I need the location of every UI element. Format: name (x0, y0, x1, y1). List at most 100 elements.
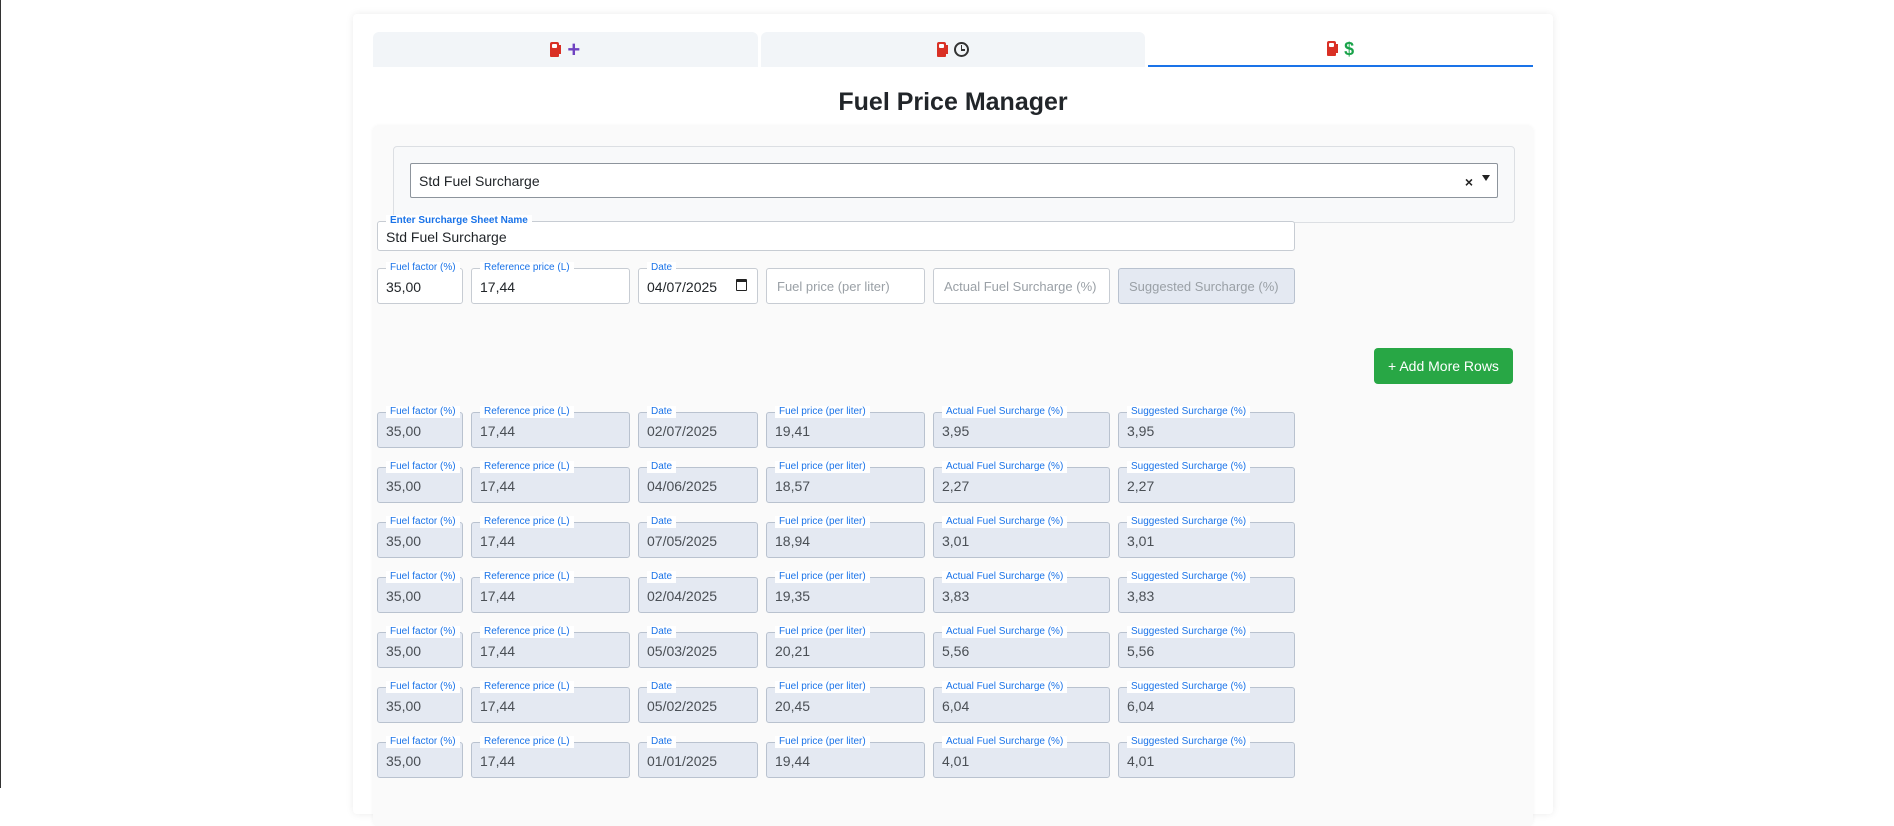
field-label: Reference price (L) (480, 516, 574, 528)
row-actual-surcharge-field: Actual Fuel Surcharge (%) 3,01 (933, 516, 1110, 558)
field-label: Date (647, 516, 677, 528)
dollar-icon: $ (1344, 38, 1355, 59)
field-value: 5,56 (1127, 643, 1155, 659)
calendar-icon[interactable] (736, 279, 747, 291)
field-label: Reference price (L) (480, 681, 574, 693)
field-label: Fuel price (per liter) (775, 736, 870, 748)
field-label: Date (647, 571, 677, 583)
entry-actual-surcharge-field[interactable]: Actual Fuel Surcharge (%) (933, 268, 1110, 304)
row-fuel-price-field: Fuel price (per liter) 20,45 (766, 681, 925, 723)
field-value: 01/01/2025 (647, 753, 718, 769)
row-suggested-surcharge-field: Suggested Surcharge (%) 5,56 (1118, 626, 1295, 668)
field-value: 4,01 (942, 753, 970, 769)
row-reference-price-field: Reference price (L) 17,44 (471, 736, 630, 778)
field-label: Fuel price (per liter) (775, 516, 870, 528)
clock-icon (954, 42, 969, 57)
row-actual-surcharge-field: Actual Fuel Surcharge (%) 2,27 (933, 461, 1110, 503)
fuel-pump-icon (937, 42, 948, 57)
row-fuel-factor-field: Fuel factor (%) 35,00 (377, 516, 463, 558)
field-label: Date (647, 262, 677, 274)
field-label: Reference price (L) (480, 736, 574, 748)
field-value: 3,83 (942, 588, 970, 604)
field-value: 35,00 (386, 423, 422, 439)
field-label: Reference price (L) (480, 571, 574, 583)
field-label: Date (647, 461, 677, 473)
row-reference-price-field: Reference price (L) 17,44 (471, 681, 630, 723)
row-date-field: Date 01/01/2025 (638, 736, 758, 778)
field-value: 07/05/2025 (647, 533, 718, 549)
field-value: 20,21 (775, 643, 811, 659)
field-value: 05/02/2025 (647, 698, 718, 714)
page-title: Fuel Price Manager (838, 88, 1068, 116)
field-value: 5,56 (942, 643, 970, 659)
row-actual-surcharge-field: Actual Fuel Surcharge (%) 5,56 (933, 626, 1110, 668)
field-label: Suggested Surcharge (%) (1127, 681, 1251, 693)
field-value: 2,27 (942, 478, 970, 494)
field-label: Suggested Surcharge (%) (1127, 461, 1251, 473)
field-label: Reference price (L) (480, 461, 574, 473)
row-reference-price-field: Reference price (L) 17,44 (471, 461, 630, 503)
field-value: 20,45 (775, 698, 811, 714)
tab-add-fuel[interactable]: + (373, 32, 758, 67)
row-fuel-factor-field: Fuel factor (%) 35,00 (377, 626, 463, 668)
field-value: 6,04 (1127, 698, 1155, 714)
row-actual-surcharge-field: Actual Fuel Surcharge (%) 4,01 (933, 736, 1110, 778)
main-card: + $ Fuel Price Manager Std Fuel Surcharg… (353, 14, 1553, 826)
tab-fuel-history[interactable] (760, 32, 1146, 67)
fuel-pump-icon (550, 42, 562, 57)
sheet-name-field[interactable]: Enter Surcharge Sheet Name Std Fuel Surc… (377, 215, 1295, 251)
field-label: Actual Fuel Surcharge (%) (942, 626, 1068, 638)
field-label: Actual Fuel Surcharge (%) (942, 571, 1068, 583)
field-value: 17,44 (480, 279, 516, 295)
row-fuel-price-field: Fuel price (per liter) 19,35 (766, 571, 925, 613)
entry-fuel-factor-field[interactable]: Fuel factor (%) 35,00 (377, 262, 463, 304)
field-value: 04/07/2025 (647, 279, 718, 295)
field-label: Actual Fuel Surcharge (%) (942, 461, 1068, 473)
field-placeholder: Actual Fuel Surcharge (%) (944, 279, 1097, 294)
field-value: 3,01 (1127, 533, 1155, 549)
row-suggested-surcharge-field: Suggested Surcharge (%) 2,27 (1118, 461, 1295, 503)
sheet-name-label: Enter Surcharge Sheet Name (386, 215, 532, 227)
field-label: Fuel price (per liter) (775, 681, 870, 693)
field-label: Fuel price (per liter) (775, 571, 870, 583)
entry-fuel-price-field[interactable]: Fuel price (per liter) (766, 268, 925, 304)
row-fuel-factor-field: Fuel factor (%) 35,00 (377, 406, 463, 448)
field-value: 18,94 (775, 533, 811, 549)
tab-fuel-price[interactable]: $ (1148, 32, 1534, 67)
field-value: 18,57 (775, 478, 811, 494)
field-label: Actual Fuel Surcharge (%) (942, 736, 1068, 748)
row-fuel-factor-field: Fuel factor (%) 35,00 (377, 736, 463, 778)
field-value: 35,00 (386, 533, 422, 549)
row-reference-price-field: Reference price (L) 17,44 (471, 516, 630, 558)
row-reference-price-field: Reference price (L) 17,44 (471, 626, 630, 668)
field-value: 17,44 (480, 588, 516, 604)
sheet-select-container: Std Fuel Surcharge × (393, 146, 1515, 223)
fuel-pump-icon (1327, 41, 1339, 56)
surcharge-panel: Std Fuel Surcharge × Enter Surcharge She… (373, 126, 1533, 826)
field-label: Fuel factor (%) (386, 516, 460, 528)
row-actual-surcharge-field: Actual Fuel Surcharge (%) 3,95 (933, 406, 1110, 448)
field-label: Date (647, 626, 677, 638)
field-label: Fuel factor (%) (386, 406, 460, 418)
field-value: 3,95 (942, 423, 970, 439)
field-value: 17,44 (480, 533, 516, 549)
field-label: Suggested Surcharge (%) (1127, 736, 1251, 748)
field-label: Date (647, 736, 677, 748)
clear-icon[interactable]: × (1465, 174, 1473, 190)
row-fuel-factor-field: Fuel factor (%) 35,00 (377, 571, 463, 613)
row-suggested-surcharge-field: Suggested Surcharge (%) 3,95 (1118, 406, 1295, 448)
field-value: 19,35 (775, 588, 811, 604)
entry-reference-price-field[interactable]: Reference price (L) 17,44 (471, 262, 630, 304)
caret-down-icon[interactable] (1482, 175, 1490, 181)
field-label: Fuel factor (%) (386, 262, 460, 274)
add-more-rows-button[interactable]: + Add More Rows (1374, 348, 1513, 384)
field-value: 35,00 (386, 753, 422, 769)
entry-date-field[interactable]: Date 04/07/2025 (638, 262, 758, 304)
field-value: 17,44 (480, 753, 516, 769)
sheet-select[interactable]: Std Fuel Surcharge × (410, 163, 1498, 198)
row-reference-price-field: Reference price (L) 17,44 (471, 406, 630, 448)
field-label: Reference price (L) (480, 262, 574, 274)
row-date-field: Date 04/06/2025 (638, 461, 758, 503)
field-label: Reference price (L) (480, 406, 574, 418)
row-fuel-price-field: Fuel price (per liter) 18,94 (766, 516, 925, 558)
